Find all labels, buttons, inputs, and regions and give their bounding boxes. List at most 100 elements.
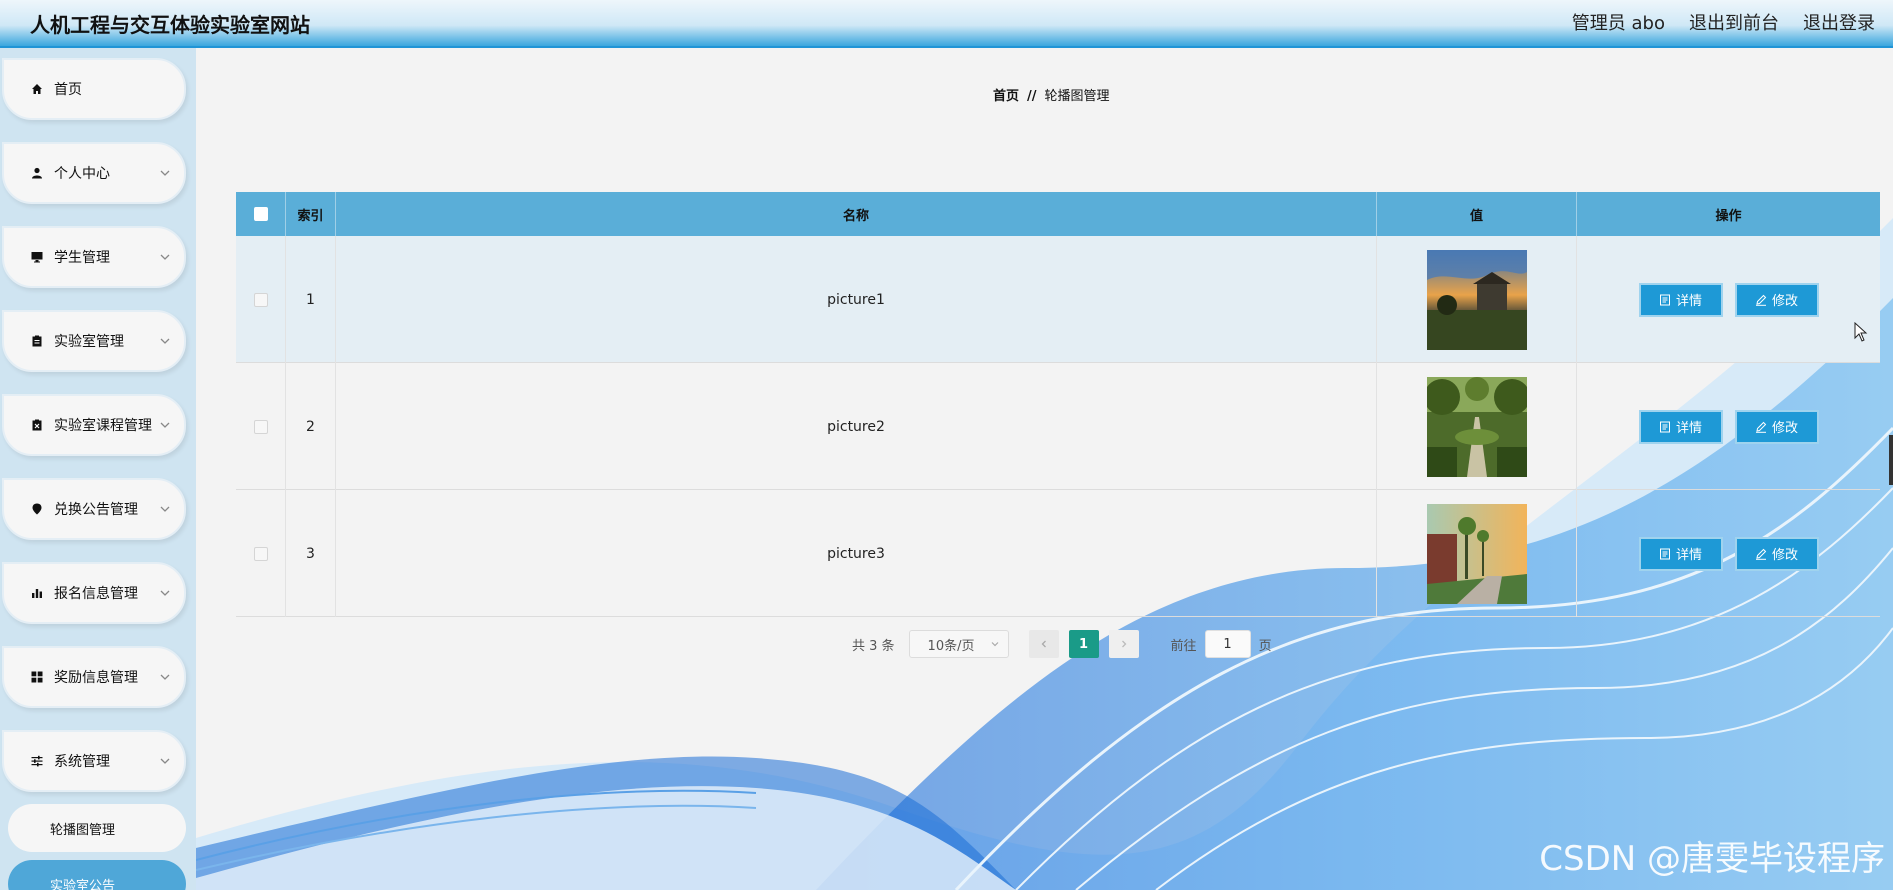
sidebar-item-label: 报名信息管理 — [54, 586, 138, 602]
header-index: 索引 — [286, 192, 336, 236]
row-value-cell — [1377, 490, 1577, 617]
table-row: 3 picture3 详情 修改 — [236, 490, 1880, 617]
chevron-down-icon — [160, 758, 170, 764]
edit-button-label: 修改 — [1771, 421, 1798, 436]
back-to-front-link[interactable]: 退出到前台 — [1689, 9, 1779, 35]
goto-page-input[interactable]: 1 — [1204, 630, 1251, 658]
page-size-select[interactable]: 10条/页 — [908, 630, 1009, 658]
sunset-building-photo — [1426, 249, 1527, 350]
row-name: picture2 — [336, 363, 1377, 490]
goto-page: 前往 1 页 — [1171, 630, 1272, 658]
row-select-cell — [236, 363, 286, 490]
top-header: 人机工程与交互体验实验室网站 管理员 abo 退出到前台 退出登录 — [0, 0, 1893, 48]
sidebar-item-personal-center[interactable]: 个人中心 — [2, 142, 186, 204]
row-checkbox[interactable] — [253, 292, 268, 307]
breadcrumb-separator: // — [1027, 89, 1037, 104]
sidebar-item-system[interactable]: 系统管理 — [2, 730, 186, 792]
breadcrumb-current: 轮播图管理 — [1044, 89, 1110, 104]
document-icon — [1659, 421, 1670, 432]
row-value-cell — [1377, 363, 1577, 490]
detail-button-label: 详情 — [1675, 294, 1702, 309]
sidebar-item-rewards[interactable]: 奖励信息管理 — [2, 646, 186, 708]
pencil-icon — [1755, 421, 1767, 433]
detail-button[interactable]: 详情 — [1638, 409, 1723, 444]
chevron-down-icon — [160, 506, 170, 512]
clipboard-icon — [30, 334, 44, 348]
chevron-down-icon — [160, 170, 170, 176]
sidebar-item-students[interactable]: 学生管理 — [2, 226, 186, 288]
sidebar-item-label: 兑换公告管理 — [54, 502, 138, 518]
campus-street-photo — [1426, 503, 1527, 604]
row-select-cell — [236, 490, 286, 617]
total-count: 共 3 条 — [852, 638, 895, 654]
row-actions: 详情 修改 — [1577, 363, 1880, 490]
pencil-icon — [1755, 294, 1767, 306]
breadcrumb-home[interactable]: 首页 — [993, 89, 1019, 104]
sidebar-item-label: 系统管理 — [54, 754, 110, 770]
sidebar-subitem-lab-notices[interactable]: 实验室公告 — [8, 860, 186, 890]
sidebar-subitem-label: 实验室公告 — [50, 878, 116, 890]
chevron-right-icon — [1121, 640, 1126, 648]
goto-suffix: 页 — [1258, 638, 1272, 654]
chevron-down-icon — [160, 254, 170, 260]
pin-icon — [30, 502, 44, 516]
sidebar-subitem-label: 轮播图管理 — [50, 822, 116, 838]
sidebar-subitem-carousel[interactable]: 轮播图管理 — [8, 804, 186, 852]
sidebar-item-label: 奖励信息管理 — [54, 670, 138, 686]
row-checkbox[interactable] — [253, 546, 268, 561]
edit-button[interactable]: 修改 — [1734, 409, 1819, 444]
sidebar-item-lab-courses[interactable]: 实验室课程管理 — [2, 394, 186, 456]
goto-prefix: 前往 — [1170, 638, 1197, 654]
edit-button[interactable]: 修改 — [1734, 282, 1819, 317]
chevron-down-icon — [991, 642, 998, 647]
sidebar-item-label: 学生管理 — [54, 250, 110, 266]
edit-button[interactable]: 修改 — [1734, 536, 1819, 571]
bar-chart-icon — [30, 586, 44, 600]
watermark: CSDN @唐雯毕设程序 — [1539, 839, 1885, 879]
chevron-down-icon — [160, 338, 170, 344]
row-value-cell — [1377, 236, 1577, 363]
sidebar-item-registrations[interactable]: 报名信息管理 — [2, 562, 186, 624]
select-all-checkbox[interactable] — [253, 207, 268, 221]
detail-button-label: 详情 — [1675, 548, 1702, 563]
breadcrumb: 首页 // 轮播图管理 — [993, 85, 1110, 104]
row-checkbox[interactable] — [253, 419, 268, 434]
row-index: 2 — [286, 363, 336, 490]
sidebar-item-labs[interactable]: 实验室管理 — [2, 310, 186, 372]
site-title: 人机工程与交互体验实验室网站 — [30, 13, 310, 37]
sidebar-item-label: 实验室管理 — [54, 334, 124, 350]
row-index: 3 — [286, 490, 336, 617]
next-page-button[interactable] — [1108, 630, 1139, 658]
pagination: 共 3 条 10条/页 1 前往 1 页 — [852, 629, 1272, 659]
document-icon — [1659, 294, 1670, 305]
edit-button-label: 修改 — [1771, 294, 1798, 309]
prev-page-button[interactable] — [1028, 630, 1059, 658]
header-value: 值 — [1377, 192, 1577, 236]
chevron-down-icon — [160, 422, 170, 428]
pencil-icon — [1755, 548, 1767, 560]
page-number-button[interactable]: 1 — [1068, 630, 1099, 658]
table-header: 索引 名称 值 操作 — [236, 192, 1880, 236]
detail-button[interactable]: 详情 — [1638, 282, 1723, 317]
mouse-cursor-icon — [1854, 322, 1868, 342]
sidebar-item-label: 个人中心 — [54, 166, 110, 182]
chevron-left-icon — [1041, 640, 1046, 648]
logout-link[interactable]: 退出登录 — [1803, 9, 1875, 35]
detail-button[interactable]: 详情 — [1638, 536, 1723, 571]
chevron-down-icon — [160, 674, 170, 680]
tree-lined-path-photo — [1426, 376, 1527, 477]
sidebar-item-label: 实验室课程管理 — [54, 418, 152, 434]
sidebar-item-home[interactable]: 首页 — [2, 58, 186, 120]
table-row: 1 picture1 详情 修改 — [236, 236, 1880, 363]
sidebar: 首页 个人中心 学生管理 实验室管理 实验室课程管理 兑换公告管理 报名信息管理… — [0, 48, 196, 890]
header-name: 名称 — [336, 192, 1377, 236]
row-actions: 详情 修改 — [1577, 490, 1880, 617]
sidebar-item-label: 首页 — [54, 82, 82, 98]
edit-button-label: 修改 — [1771, 548, 1798, 563]
monitor-icon — [30, 250, 44, 264]
admin-user-label[interactable]: 管理员 abo — [1572, 9, 1665, 35]
user-icon — [30, 166, 44, 180]
header-actions: 操作 — [1715, 208, 1742, 224]
detail-button-label: 详情 — [1675, 421, 1702, 436]
sidebar-item-exchange-notices[interactable]: 兑换公告管理 — [2, 478, 186, 540]
